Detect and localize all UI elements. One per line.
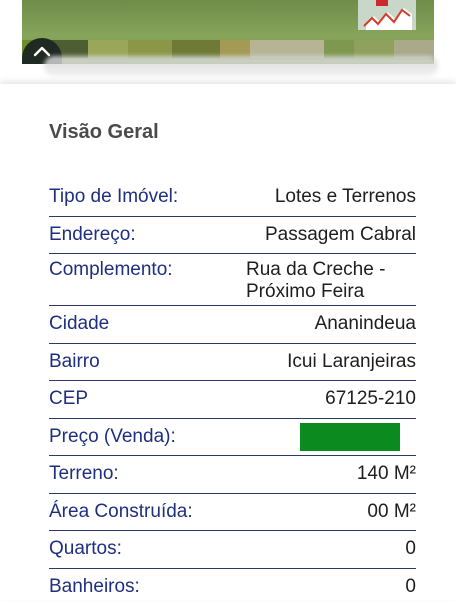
value-bedrooms: 0 [405,538,416,560]
row-property-type: Tipo de Imóvel: Lotes e Terrenos [49,179,416,217]
property-photo[interactable] [22,0,434,64]
value-city: Ananindeua [315,313,416,335]
row-cep: CEP 67125-210 [49,381,416,419]
property-details: Tipo de Imóvel: Lotes e Terrenos Endereç… [49,179,416,606]
row-bedrooms: Quartos: 0 [49,531,416,569]
label-built-area: Área Construída: [49,501,193,523]
redacted-price [300,423,416,451]
row-neighborhood: Bairro Icui Laranjeiras [49,344,416,382]
value-complement: Rua da Creche - Próximo Feira [246,259,416,303]
chevron-up-icon [32,45,52,57]
value-cep: 67125-210 [325,388,416,410]
row-complement: Complemento: Rua da Creche - Próximo Fei… [49,254,416,306]
label-cep: CEP [49,388,88,410]
row-bathrooms: Banheiros: 0 [49,569,416,606]
row-address: Endereço: Passagem Cabral [49,217,416,255]
roof-decoration [358,0,416,30]
label-complement: Complemento: [49,259,173,281]
value-land-area: 140 M² [357,463,416,485]
section-title: Visão Geral [49,121,159,144]
value-address: Passagem Cabral [265,224,416,246]
value-bathrooms: 0 [405,576,416,598]
label-bathrooms: Banheiros: [49,576,140,598]
label-bedrooms: Quartos: [49,538,122,560]
label-land-area: Terreno: [49,463,119,485]
label-price: Preço (Venda): [49,426,176,448]
value-property-type: Lotes e Terrenos [275,186,416,208]
label-neighborhood: Bairro [49,351,100,373]
redacted-banner [44,56,438,76]
row-price: Preço (Venda): [49,419,416,457]
value-built-area: 00 M² [367,501,416,523]
row-built-area: Área Construída: 00 M² [49,494,416,532]
row-land-area: Terreno: 140 M² [49,456,416,494]
row-city: Cidade Ananindeua [49,306,416,344]
label-property-type: Tipo de Imóvel: [49,186,178,208]
label-city: Cidade [49,313,109,335]
label-address: Endereço: [49,224,136,246]
value-neighborhood: Icui Laranjeiras [287,351,416,373]
